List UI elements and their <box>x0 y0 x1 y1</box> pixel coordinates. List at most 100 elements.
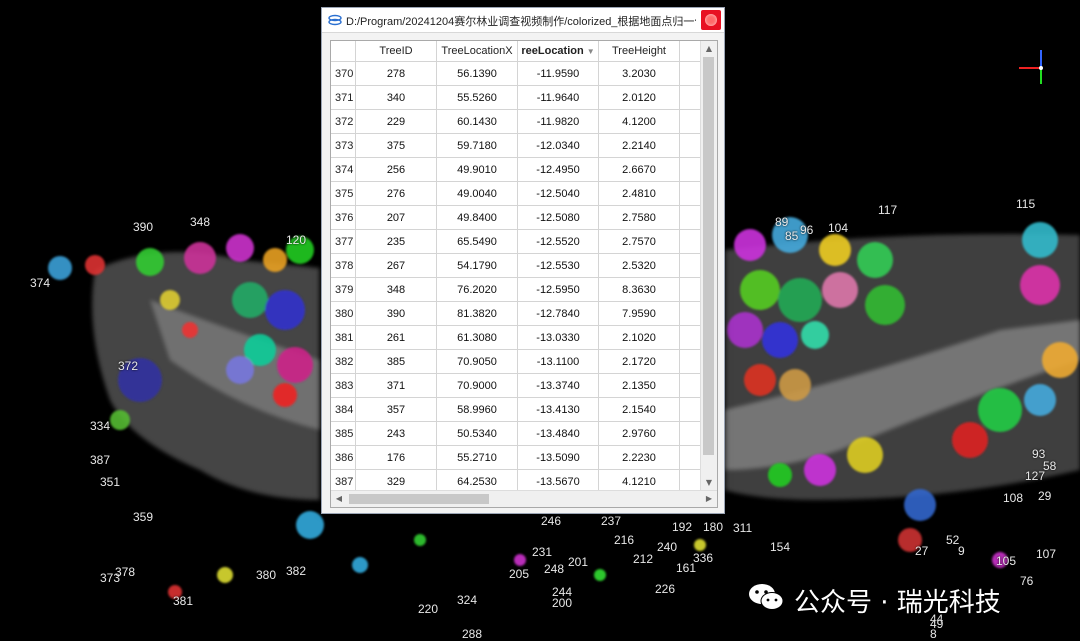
cell-treeheight[interactable]: 2.1540 <box>598 397 680 422</box>
row-number[interactable]: 384 <box>331 397 356 422</box>
cell-treelocationx[interactable]: 59.7180 <box>436 133 518 158</box>
table-row[interactable]: 380 390 81.3820 -12.7840 7.9590 <box>331 301 703 326</box>
cell-treeheight[interactable]: 3.2030 <box>598 61 680 86</box>
cell-treeheight[interactable]: 2.2230 <box>598 445 680 470</box>
table-row[interactable]: 373 375 59.7180 -12.0340 2.2140 <box>331 133 703 158</box>
table-row[interactable]: 383 371 70.9000 -13.3740 2.1350 <box>331 373 703 398</box>
cell-treelocationy[interactable]: -12.5530 <box>517 253 599 278</box>
cell-treeid[interactable]: 207 <box>355 205 437 230</box>
row-number[interactable]: 383 <box>331 373 356 398</box>
data-grid[interactable]: TreeID TreeLocationX reeLocation ▼ TreeHe… <box>330 40 718 508</box>
cell-treelocationx[interactable]: 58.9960 <box>436 397 518 422</box>
cell-treeheight[interactable]: 2.7570 <box>598 229 680 254</box>
cell-treelocationy[interactable]: -12.7840 <box>517 301 599 326</box>
row-number[interactable]: 374 <box>331 157 356 182</box>
cell-treeheight[interactable]: 8.3630 <box>598 277 680 302</box>
cell-treelocationy[interactable]: -13.4130 <box>517 397 599 422</box>
row-number[interactable]: 385 <box>331 421 356 446</box>
table-row[interactable]: 375 276 49.0040 -12.5040 2.4810 <box>331 181 703 206</box>
cell-treelocationx[interactable]: 49.0040 <box>436 181 518 206</box>
row-number[interactable]: 373 <box>331 133 356 158</box>
table-row[interactable]: 379 348 76.2020 -12.5950 8.3630 <box>331 277 703 302</box>
cell-treeid[interactable]: 267 <box>355 253 437 278</box>
cell-treelocationx[interactable]: 49.8400 <box>436 205 518 230</box>
row-number[interactable]: 376 <box>331 205 356 230</box>
row-number[interactable]: 382 <box>331 349 356 374</box>
scroll-down-arrow-icon[interactable]: ▼ <box>701 475 717 491</box>
table-row[interactable]: 376 207 49.8400 -12.5080 2.7580 <box>331 205 703 230</box>
cell-treelocationy[interactable]: -13.4840 <box>517 421 599 446</box>
row-number[interactable]: 386 <box>331 445 356 470</box>
cell-treeheight[interactable]: 7.9590 <box>598 301 680 326</box>
cell-treelocationx[interactable]: 61.3080 <box>436 325 518 350</box>
cell-treeid[interactable]: 390 <box>355 301 437 326</box>
cell-treelocationy[interactable]: -13.0330 <box>517 325 599 350</box>
cell-treeheight[interactable]: 2.1720 <box>598 349 680 374</box>
cell-treelocationy[interactable]: -12.4950 <box>517 157 599 182</box>
cell-treelocationx[interactable]: 50.5340 <box>436 421 518 446</box>
cell-treelocationy[interactable]: -13.1100 <box>517 349 599 374</box>
row-number[interactable]: 380 <box>331 301 356 326</box>
cell-treeheight[interactable]: 2.4810 <box>598 181 680 206</box>
cell-treelocationy[interactable]: -13.3740 <box>517 373 599 398</box>
cell-treelocationx[interactable]: 56.1390 <box>436 61 518 86</box>
cell-treelocationy[interactable]: -11.9640 <box>517 85 599 110</box>
window-titlebar[interactable]: D:/Program/20241204赛尔林业调查视频制作/colorized_… <box>322 8 724 33</box>
cell-treelocationx[interactable]: 70.9000 <box>436 373 518 398</box>
cell-treelocationy[interactable]: -12.5520 <box>517 229 599 254</box>
horizontal-scroll-thumb[interactable] <box>349 494 489 504</box>
cell-treelocationx[interactable]: 55.5260 <box>436 85 518 110</box>
cell-treelocationy[interactable]: -11.9590 <box>517 61 599 86</box>
cell-treeid[interactable]: 229 <box>355 109 437 134</box>
table-row[interactable]: 382 385 70.9050 -13.1100 2.1720 <box>331 349 703 374</box>
cell-treeid[interactable]: 371 <box>355 373 437 398</box>
row-number[interactable]: 370 <box>331 61 356 86</box>
cell-treeid[interactable]: 385 <box>355 349 437 374</box>
vertical-scroll-thumb[interactable] <box>703 57 714 455</box>
cell-treeheight[interactable]: 2.7580 <box>598 205 680 230</box>
table-row[interactable]: 370 278 56.1390 -11.9590 3.2030 <box>331 61 703 86</box>
table-row[interactable]: 377 235 65.5490 -12.5520 2.7570 <box>331 229 703 254</box>
cell-treeheight[interactable]: 2.0120 <box>598 85 680 110</box>
scroll-left-arrow-icon[interactable]: ◀ <box>331 491 347 507</box>
horizontal-scrollbar[interactable]: ◀ ▶ <box>331 490 717 507</box>
vertical-scrollbar[interactable]: ▲ ▼ <box>700 41 717 491</box>
row-number[interactable]: 371 <box>331 85 356 110</box>
table-row[interactable]: 381 261 61.3080 -13.0330 2.1020 <box>331 325 703 350</box>
column-header-treelocationy[interactable]: reeLocation ▼ <box>517 41 599 62</box>
cell-treelocationx[interactable]: 76.2020 <box>436 277 518 302</box>
cell-treeid[interactable]: 276 <box>355 181 437 206</box>
cell-treelocationy[interactable]: -11.9820 <box>517 109 599 134</box>
cell-treeid[interactable]: 375 <box>355 133 437 158</box>
cell-treelocationx[interactable]: 54.1790 <box>436 253 518 278</box>
close-button[interactable] <box>701 10 721 30</box>
row-number[interactable]: 379 <box>331 277 356 302</box>
cell-treelocationx[interactable]: 70.9050 <box>436 349 518 374</box>
row-number[interactable]: 372 <box>331 109 356 134</box>
cell-treeid[interactable]: 243 <box>355 421 437 446</box>
cell-treelocationy[interactable]: -13.5090 <box>517 445 599 470</box>
cell-treeid[interactable]: 348 <box>355 277 437 302</box>
cell-treeid[interactable]: 278 <box>355 61 437 86</box>
cell-treeheight[interactable]: 2.6670 <box>598 157 680 182</box>
column-header-treelocationx[interactable]: TreeLocationX <box>436 41 518 62</box>
table-row[interactable]: 386 176 55.2710 -13.5090 2.2230 <box>331 445 703 470</box>
cell-treeid[interactable]: 176 <box>355 445 437 470</box>
row-number[interactable]: 377 <box>331 229 356 254</box>
cell-treeheight[interactable]: 4.1200 <box>598 109 680 134</box>
scroll-right-arrow-icon[interactable]: ▶ <box>701 491 717 507</box>
row-number[interactable]: 375 <box>331 181 356 206</box>
cell-treelocationy[interactable]: -12.5080 <box>517 205 599 230</box>
row-number[interactable]: 381 <box>331 325 356 350</box>
cell-treeheight[interactable]: 2.1350 <box>598 373 680 398</box>
cell-treelocationx[interactable]: 60.1430 <box>436 109 518 134</box>
table-row[interactable]: 378 267 54.1790 -12.5530 2.5320 <box>331 253 703 278</box>
table-row[interactable]: 372 229 60.1430 -11.9820 4.1200 <box>331 109 703 134</box>
cell-treelocationy[interactable]: -12.0340 <box>517 133 599 158</box>
cell-treelocationy[interactable]: -12.5040 <box>517 181 599 206</box>
table-row[interactable]: 384 357 58.9960 -13.4130 2.1540 <box>331 397 703 422</box>
scroll-up-arrow-icon[interactable]: ▲ <box>701 41 717 57</box>
table-row[interactable]: 374 256 49.9010 -12.4950 2.6670 <box>331 157 703 182</box>
column-header-treeheight[interactable]: TreeHeight <box>598 41 680 62</box>
cell-treelocationx[interactable]: 55.2710 <box>436 445 518 470</box>
